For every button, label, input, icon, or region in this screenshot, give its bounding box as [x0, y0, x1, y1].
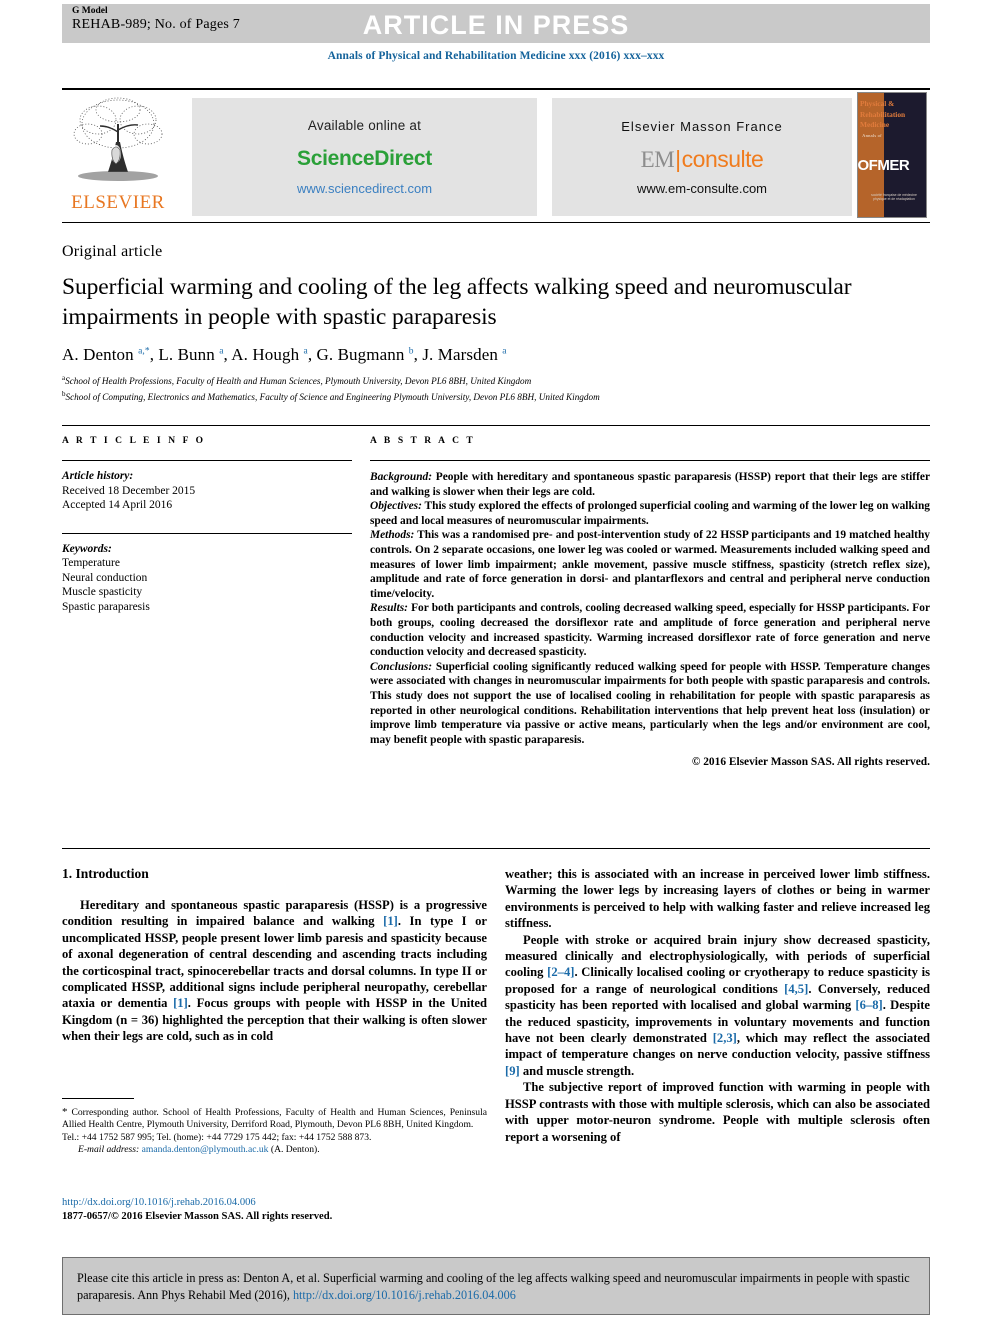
- page-title: Superficial warming and cooling of the l…: [62, 274, 852, 330]
- email-address-label: E-mail address:: [78, 1144, 140, 1156]
- abstract-section: Background: People with hereditary and s…: [370, 471, 930, 498]
- abstract-divider: [370, 460, 930, 461]
- keyword-item: Temperature: [62, 557, 120, 569]
- keyword-item: Neural conduction: [62, 571, 148, 584]
- sciencedirect-wordmark: ScienceDirect: [296, 147, 432, 170]
- received-date: Received 18 December 2015: [62, 484, 196, 497]
- corresponding-author-body: Corresponding author. School of Health P…: [62, 1107, 487, 1131]
- keywords-block: Keywords: Temperature Neural conduction …: [62, 542, 352, 615]
- sciencedirect-panel[interactable]: Available online at ScienceDirect www.sc…: [192, 98, 537, 216]
- body-column-right: weather; this is associated with an incr…: [505, 866, 930, 1145]
- cite-doi-link[interactable]: http://dx.doi.org/10.1016/j.rehab.2016.0…: [293, 1288, 516, 1302]
- abstract-section-label: Conclusions:: [370, 660, 433, 673]
- footnote-email-line: E-mail address: amanda.denton@plymouth.a…: [62, 1144, 487, 1156]
- em-wordmark-bar: |: [675, 145, 681, 172]
- article-info-heading: A R T I C L E I N F O: [62, 436, 206, 446]
- reference-link[interactable]: [1]: [173, 996, 188, 1010]
- abstract-heading: A B S T R A C T: [370, 436, 476, 446]
- issn-copyright: 1877-0657/© 2016 Elsevier Masson SAS. Al…: [62, 1211, 333, 1222]
- abstract-section-label: Results:: [370, 602, 408, 615]
- abstract-section-label: Methods:: [370, 529, 415, 542]
- footnote-rule: [62, 1098, 134, 1099]
- section-heading-introduction: 1. Introduction: [62, 866, 149, 881]
- author-list: A. Denton a,*, L. Bunn a, A. Hough a, G.…: [62, 345, 507, 364]
- sofmer-title-line3: Medicine: [860, 120, 890, 129]
- body-paragraph: People with stroke or acquired brain inj…: [505, 932, 931, 1078]
- masthead-top-rule: [62, 88, 930, 90]
- keyword-item: Spastic paraparesis: [62, 600, 150, 613]
- elsevier-tree-icon: [68, 94, 168, 190]
- abstract-section: Conclusions: Superficial cooling signifi…: [370, 660, 930, 746]
- info-block-top-rule: [62, 425, 930, 426]
- doi-footer: http://dx.doi.org/10.1016/j.rehab.2016.0…: [62, 1196, 487, 1224]
- abstract-column: A B S T R A C T Background: People with …: [370, 436, 930, 768]
- abstract-section: Objectives: This study explored the effe…: [370, 500, 930, 527]
- em-wordmark-consulte: consulte: [681, 145, 764, 172]
- g-model-label: G Model: [72, 6, 108, 16]
- reference-link[interactable]: [6–8]: [855, 998, 882, 1012]
- reference-link[interactable]: [2–4]: [547, 965, 574, 979]
- sofmer-journal-cover: Annals of Physical & Rehabilitation Medi…: [857, 92, 927, 218]
- body-paragraph: The subjective report of improved functi…: [505, 1080, 930, 1144]
- body-column-left: 1. Introduction Hereditary and spontaneo…: [62, 866, 487, 1045]
- sofmer-logo-icon: SOFMER: [857, 157, 910, 174]
- footnote-telephone: Tel.: +44 1752 587 995; Tel. (home): +44…: [62, 1131, 372, 1143]
- email-address-suffix: (A. Denton).: [268, 1144, 320, 1156]
- journal-citation-line: Annals of Physical and Rehabilitation Me…: [327, 50, 665, 62]
- paper-page: ARTICLE IN PRESS G Model REHAB-989; No. …: [0, 0, 992, 1323]
- sofmer-title-line1: Physical &: [860, 99, 895, 108]
- elsevier-masson-france-label: Elsevier Masson France: [621, 118, 783, 134]
- affiliation-a: aSchool of Health Professions, Faculty o…: [62, 372, 932, 388]
- body-paragraph: weather; this is associated with an incr…: [505, 867, 930, 931]
- article-type-kicker: Original article: [62, 243, 163, 260]
- sciencedirect-url[interactable]: www.sciencedirect.com: [297, 181, 432, 196]
- abstract-section: Methods: This was a randomised pre- and …: [370, 529, 930, 600]
- accepted-date: Accepted 14 April 2016: [62, 499, 173, 511]
- elsevier-logo: ELSEVIER: [68, 94, 168, 220]
- reference-link[interactable]: [9]: [505, 1064, 520, 1078]
- affiliation-b-text: School of Computing, Electronics and Mat…: [65, 391, 600, 402]
- article-info-column: A R T I C L E I N F O Article history: R…: [62, 436, 352, 614]
- keywords-label: Keywords:: [62, 542, 112, 555]
- article-info-divider: [62, 460, 352, 461]
- body-text-left: Hereditary and spontaneous spastic parap…: [62, 897, 487, 1045]
- reference-link[interactable]: [2,3]: [713, 1031, 737, 1045]
- abstract-copyright: © 2016 Elsevier Masson SAS. All rights r…: [691, 756, 930, 769]
- cite-this-article-box: Please cite this article in press as: De…: [62, 1257, 930, 1315]
- abstract-body: Background: People with hereditary and s…: [370, 470, 930, 747]
- elsevier-wordmark: ELSEVIER: [71, 192, 165, 213]
- em-consulte-wordmark: EM|consulte: [641, 146, 764, 173]
- corresponding-author-footnote: * Corresponding author. School of Health…: [62, 1106, 487, 1157]
- doi-link[interactable]: http://dx.doi.org/10.1016/j.rehab.2016.0…: [62, 1196, 487, 1210]
- sofmer-title-line2: Rehabilitation: [860, 109, 906, 119]
- sofmer-logo-subtitle: société française de médecine physique e…: [871, 193, 917, 202]
- body-paragraph: Hereditary and spontaneous spastic parap…: [62, 898, 487, 1044]
- sofmer-annals-label: Annals of: [862, 133, 882, 138]
- abstract-section-label: Objectives:: [370, 500, 422, 513]
- em-wordmark-em: EM: [640, 146, 675, 172]
- reference-link[interactable]: [4,5]: [784, 982, 808, 996]
- available-online-label: Available online at: [307, 118, 422, 133]
- affiliations: aSchool of Health Professions, Faculty o…: [62, 372, 932, 403]
- abstract-section-label: Background:: [370, 471, 433, 483]
- corresponding-author-text: * Corresponding author. School of Health…: [62, 1106, 487, 1132]
- em-consulte-panel[interactable]: Elsevier Masson France EM|consulte www.e…: [552, 98, 852, 216]
- info-block-bottom-rule: [62, 848, 930, 849]
- reference-link[interactable]: [1]: [383, 914, 398, 928]
- keywords-divider: [62, 532, 352, 534]
- affiliation-a-text: School of Health Professions, Faculty of…: [65, 376, 532, 387]
- email-address-link[interactable]: amanda.denton@plymouth.ac.uk: [142, 1144, 269, 1155]
- affiliation-b: bSchool of Computing, Electronics and Ma…: [62, 388, 932, 404]
- sofmer-journal-title: Physical & Rehabilitation Medicine: [860, 99, 906, 131]
- running-head: REHAB-989; No. of Pages 7: [72, 17, 240, 32]
- body-text-right: weather; this is associated with an incr…: [505, 866, 930, 1145]
- article-history-label: Article history:: [62, 470, 134, 482]
- masthead: ELSEVIER Available online at ScienceDire…: [62, 92, 930, 220]
- keyword-item: Muscle spasticity: [62, 586, 143, 598]
- abstract-section: Results: For both participants and contr…: [370, 602, 930, 659]
- em-consulte-url[interactable]: www.em-consulte.com: [637, 181, 767, 196]
- article-history: Article history: Received 18 December 20…: [62, 469, 352, 513]
- masthead-bottom-rule: [62, 222, 930, 223]
